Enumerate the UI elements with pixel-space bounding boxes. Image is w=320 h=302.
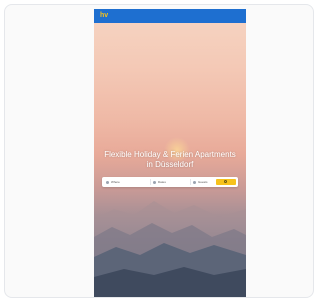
preview-card: hv Flexible Holiday & Ferien Apartments …	[4, 4, 314, 298]
site-header: hv	[94, 9, 246, 23]
site-logo[interactable]: hv	[100, 12, 108, 20]
mountain-landscape	[94, 201, 246, 297]
hero-title: Flexible Holiday & Ferien Apartments in …	[104, 150, 236, 169]
website-preview[interactable]: hv Flexible Holiday & Ferien Apartments …	[94, 9, 246, 297]
